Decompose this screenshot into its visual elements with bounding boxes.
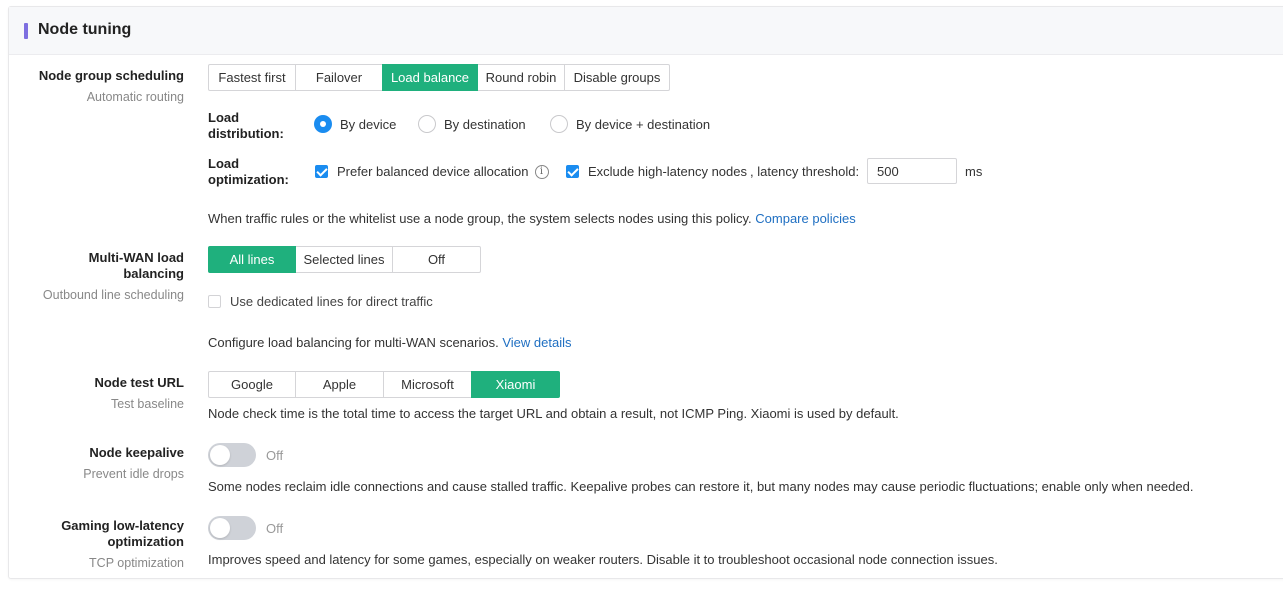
radio-selected-icon	[314, 115, 332, 133]
gaming-label-line1: Gaming low-latency	[61, 518, 184, 533]
radio-by-device-destination-label: By device + destination	[576, 116, 711, 132]
prefer-balanced-checkbox[interactable]: Prefer balanced device allocation i	[315, 164, 549, 179]
checkbox-checked-icon	[566, 165, 579, 178]
keepalive-label-block: Node keepalive Prevent idle drops	[83, 445, 184, 482]
seg-apple[interactable]: Apple	[295, 371, 384, 398]
keepalive-sublabel: Prevent idle drops	[83, 467, 184, 481]
seg-microsoft[interactable]: Microsoft	[383, 371, 472, 398]
toggle-knob	[210, 518, 230, 538]
group-scheduling-label: Node group scheduling	[38, 68, 184, 83]
multiwan-sublabel: Outbound line scheduling	[42, 288, 184, 302]
multiwan-segmented: All lines Selected lines Off	[208, 246, 481, 273]
keepalive-toggle[interactable]	[208, 443, 256, 467]
load-optimization-label-line1: Load	[208, 156, 240, 171]
test-url-label-block: Node test URL Test baseline	[94, 375, 184, 412]
header-accent-bar	[24, 23, 28, 39]
card-header: Node tuning	[9, 7, 1283, 55]
seg-fastest-first[interactable]: Fastest first	[208, 64, 296, 91]
view-details-link[interactable]: View details	[502, 335, 571, 350]
latency-threshold-input[interactable]	[867, 158, 957, 184]
test-url-segmented: Google Apple Microsoft Xiaomi	[208, 371, 560, 398]
checkbox-unchecked-icon	[208, 295, 221, 308]
info-icon[interactable]: i	[534, 164, 549, 179]
load-distribution-label-line2: distribution:	[208, 126, 284, 141]
seg-off[interactable]: Off	[392, 246, 481, 273]
gaming-sublabel: TCP optimization	[89, 556, 184, 570]
keepalive-help: Some nodes reclaim idle connections and …	[208, 479, 1194, 494]
multiwan-label-line2: balancing	[123, 266, 184, 281]
seg-round-robin[interactable]: Round robin	[477, 64, 565, 91]
exclude-high-latency-label: Exclude high-latency nodes	[588, 164, 747, 179]
multiwan-label-block: Multi-WAN load balancing Outbound line s…	[43, 250, 184, 303]
compare-policies-link[interactable]: Compare policies	[755, 211, 855, 226]
seg-xiaomi[interactable]: Xiaomi	[471, 371, 560, 398]
dedicated-lines-label: Use dedicated lines for direct traffic	[230, 294, 433, 309]
latency-threshold-label: , latency threshold:	[750, 164, 860, 179]
radio-unselected-icon	[418, 115, 436, 133]
radio-by-destination-label: By destination	[444, 116, 526, 132]
seg-disable-groups[interactable]: Disable groups	[564, 64, 670, 91]
dedicated-lines-checkbox[interactable]: Use dedicated lines for direct traffic	[208, 294, 433, 309]
seg-load-balance[interactable]: Load balance	[382, 64, 478, 91]
group-scheduling-label-block: Node group scheduling Automatic routing	[39, 68, 184, 105]
radio-by-device[interactable]: By device	[314, 115, 396, 133]
load-optimization-label-line2: optimization:	[208, 172, 289, 187]
gaming-help: Improves speed and latency for some game…	[208, 552, 998, 567]
load-distribution-label-line1: Load	[208, 110, 240, 125]
group-scheduling-help: When traffic rules or the whitelist use …	[208, 211, 856, 227]
exclude-high-latency-checkbox[interactable]: Exclude high-latency nodes	[566, 164, 747, 179]
multiwan-help: Configure load balancing for multi-WAN s…	[208, 335, 571, 351]
keepalive-state: Off	[266, 448, 284, 463]
load-distribution-label: Load distribution:	[208, 110, 284, 142]
multiwan-help-text: Configure load balancing for multi-WAN s…	[208, 335, 499, 350]
prefer-balanced-label: Prefer balanced device allocation	[337, 164, 529, 179]
radio-by-device-destination[interactable]: By device + destination	[550, 115, 710, 133]
group-scheduling-sublabel: Automatic routing	[86, 90, 184, 104]
seg-selected-lines[interactable]: Selected lines	[295, 246, 393, 273]
radio-by-device-label: By device	[340, 116, 397, 132]
page-title: Node tuning	[38, 21, 132, 38]
gaming-label-line2: optimization	[107, 534, 184, 549]
checkbox-checked-icon	[315, 165, 328, 178]
latency-threshold-unit: ms	[965, 164, 983, 179]
radio-unselected-icon	[550, 115, 568, 133]
group-scheduling-help-text: When traffic rules or the whitelist use …	[208, 211, 752, 226]
test-url-help: Node check time is the total time to acc…	[208, 406, 899, 421]
group-scheduling-segmented: Fastest first Failover Load balance Roun…	[208, 64, 670, 91]
multiwan-label-line1: Multi-WAN load	[88, 250, 184, 265]
gaming-label-block: Gaming low-latency optimization TCP opti…	[61, 518, 184, 571]
toggle-knob	[210, 445, 230, 465]
seg-failover[interactable]: Failover	[295, 64, 383, 91]
load-optimization-label: Load optimization:	[208, 156, 289, 188]
test-url-label: Node test URL	[94, 375, 184, 390]
gaming-state: Off	[266, 521, 284, 536]
keepalive-label: Node keepalive	[89, 445, 184, 460]
gaming-toggle[interactable]	[208, 516, 256, 540]
radio-by-destination[interactable]: By destination	[418, 115, 526, 133]
test-url-sublabel: Test baseline	[111, 397, 184, 411]
seg-google[interactable]: Google	[208, 371, 296, 398]
seg-all-lines[interactable]: All lines	[208, 246, 296, 273]
